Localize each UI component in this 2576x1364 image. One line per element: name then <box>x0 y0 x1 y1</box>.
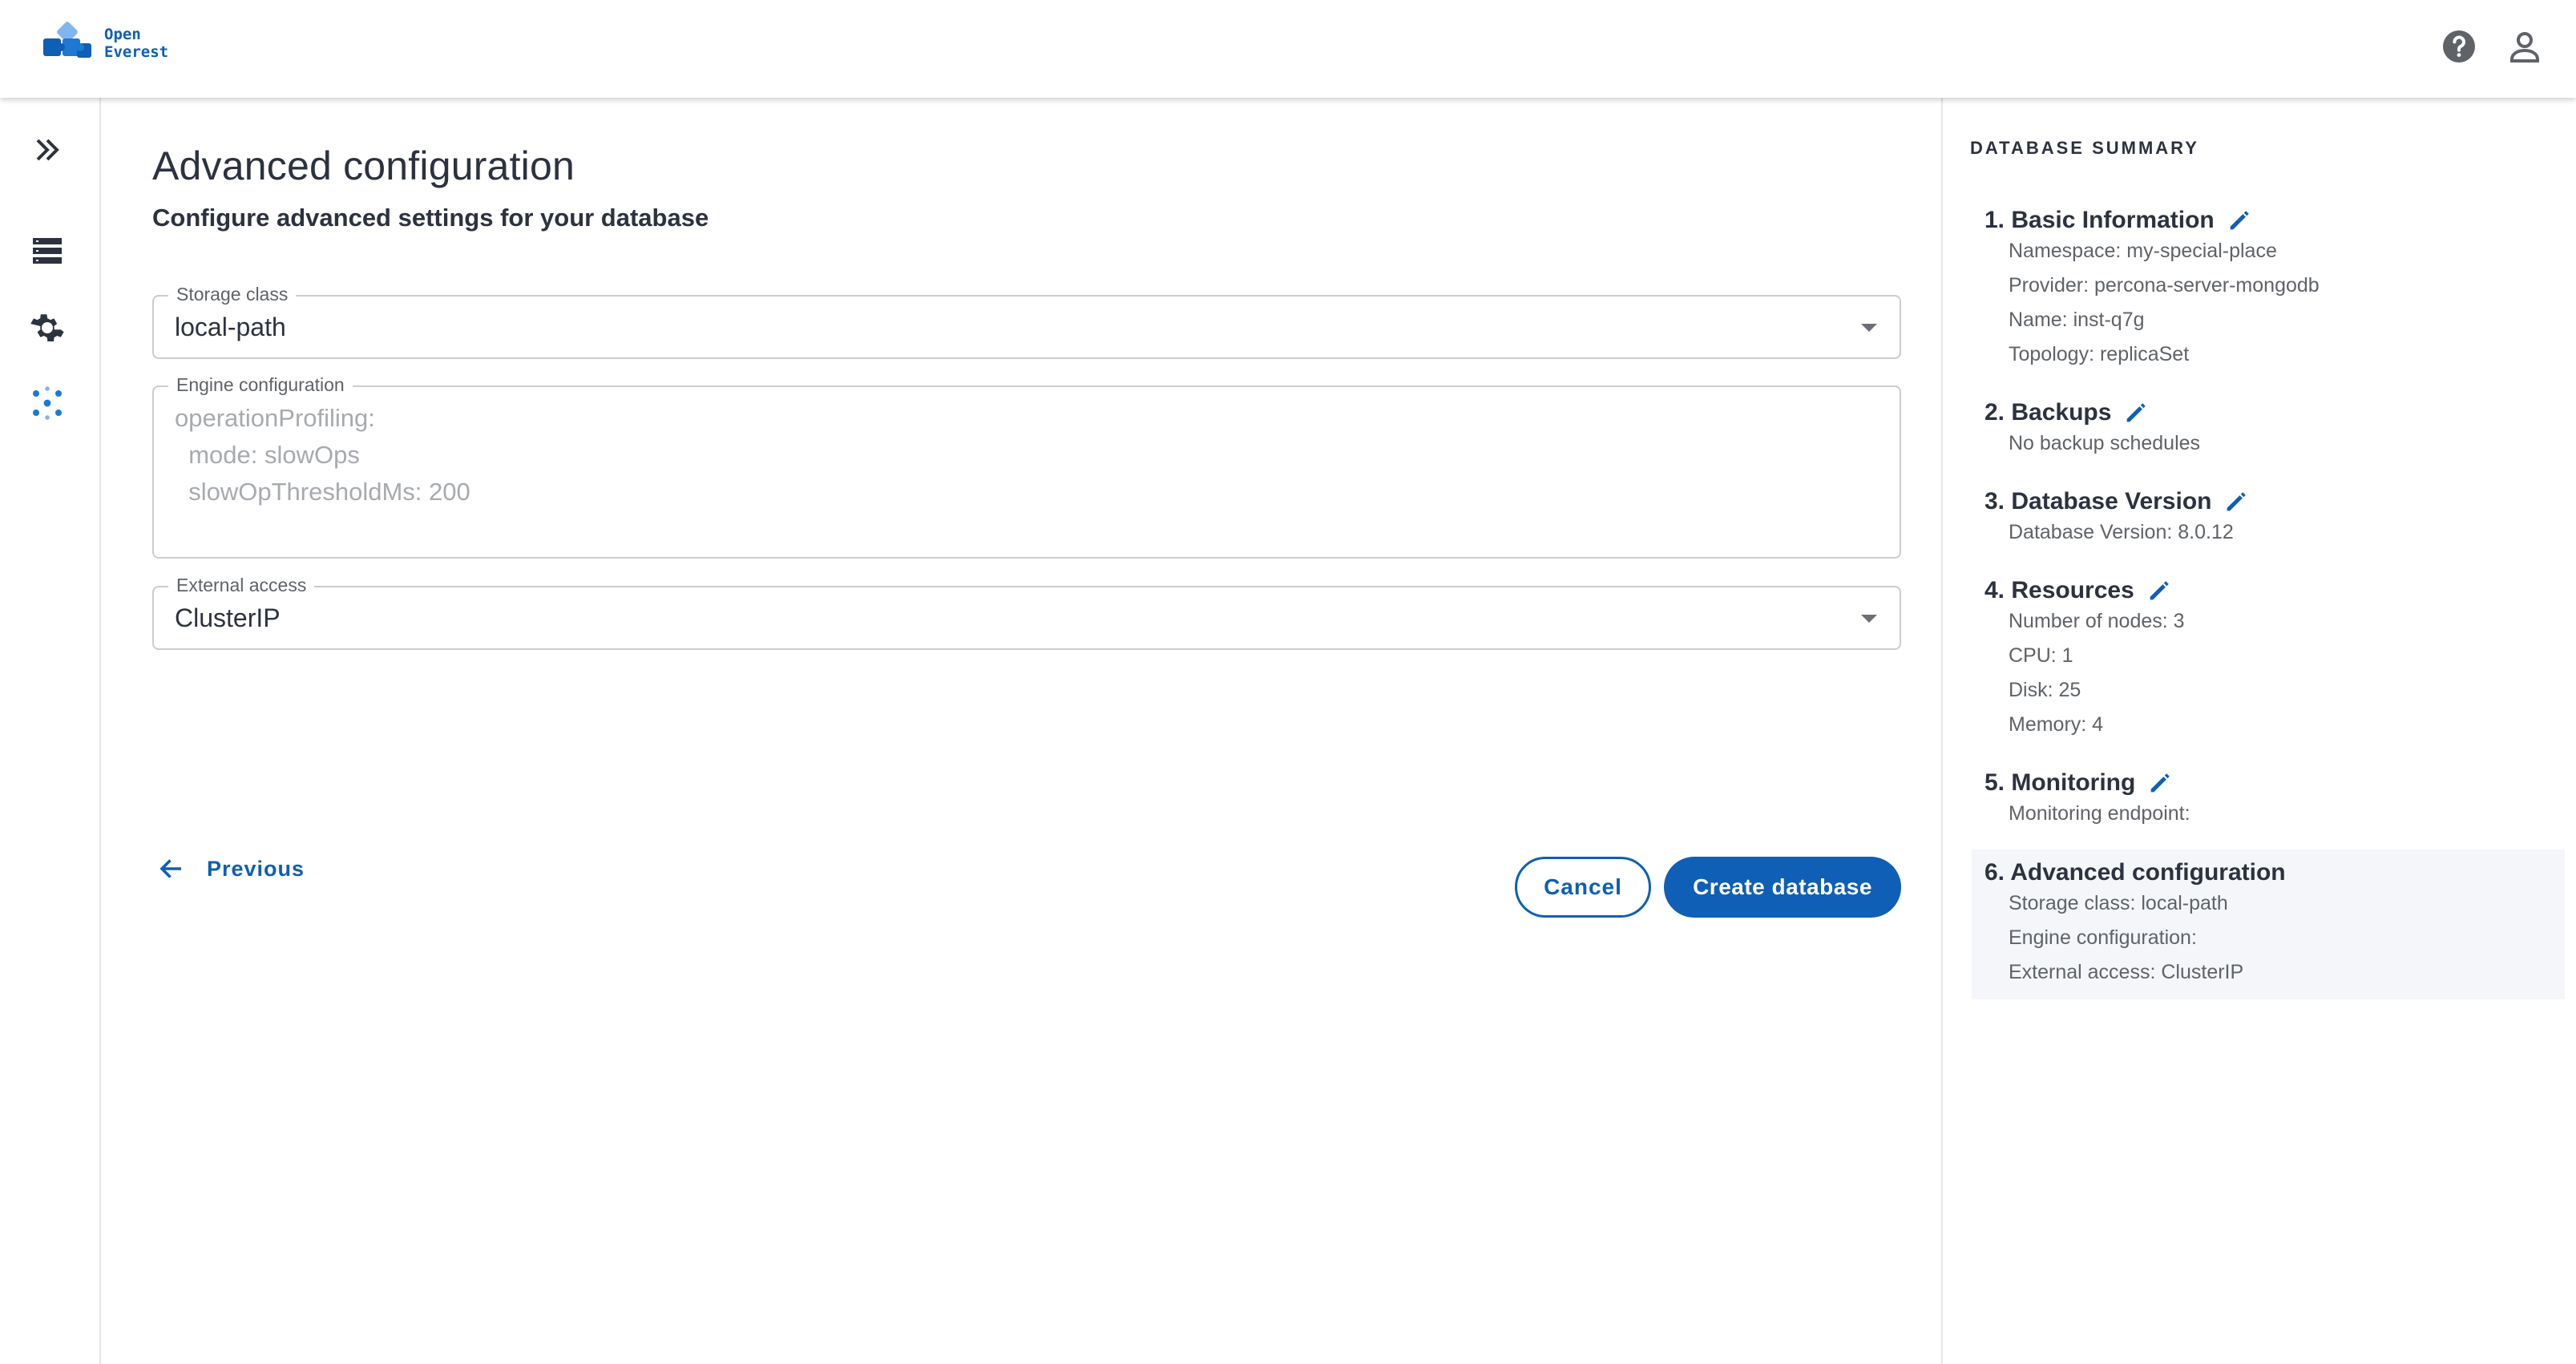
section-title: 1. Basic Information <box>1984 207 2215 233</box>
summary-item: Disk: 25 <box>2009 679 2081 701</box>
summary-item: Monitoring endpoint: <box>2009 802 2190 825</box>
help-icon[interactable] <box>2440 27 2478 66</box>
main-content: Advanced configuration Configure advance… <box>152 143 1901 918</box>
logo-line-2: Everest <box>104 43 169 61</box>
external-access-select[interactable]: External access ClusterIP <box>152 575 1901 650</box>
summary-section-basic-information: 1. Basic Information Namespace: my-speci… <box>1984 207 2546 372</box>
storage-class-value: local-path <box>175 313 286 341</box>
engine-config-placeholder-line: slowOpThresholdMs: 200 <box>175 478 470 506</box>
external-access-label: External access <box>168 575 315 596</box>
summary-item: External access: ClusterIP <box>2009 961 2244 983</box>
summary-item: Storage class: local-path <box>2009 892 2228 914</box>
summary-section-database-version: 3. Database Version Database Version: 8.… <box>1984 488 2546 550</box>
engine-configuration-label: Engine configuration <box>168 374 353 396</box>
summary-section-advanced-configuration: 6. Advanced configuration Storage class:… <box>1972 849 2565 999</box>
cancel-button[interactable]: Cancel <box>1515 857 1651 918</box>
summary-section-resources: 4. Resources Number of nodes: 3 CPU: 1 D… <box>1984 577 2546 742</box>
edit-pencil-icon[interactable] <box>2122 399 2150 426</box>
section-title: 5. Monitoring <box>1984 769 2136 796</box>
open-everest-logo[interactable]: Open Everest <box>38 19 168 67</box>
summary-item: Database Version: 8.0.12 <box>2009 521 2234 543</box>
engine-config-placeholder-line: mode: slowOps <box>175 441 360 469</box>
section-title: 3. Database Version <box>1984 488 2212 515</box>
expand-sidebar-icon[interactable] <box>24 127 71 173</box>
page-subtitle: Configure advanced settings for your dat… <box>152 204 709 232</box>
summary-section-monitoring: 5. Monitoring Monitoring endpoint: <box>1984 769 2546 831</box>
summary-item: Provider: percona-server-mongodb <box>2009 274 2320 297</box>
storage-class-select[interactable]: Storage class local-path <box>152 284 1901 359</box>
section-title: 2. Backups <box>1984 399 2112 426</box>
summary-item: Memory: 4 <box>2009 713 2104 736</box>
summary-item: Topology: replicaSet <box>2009 343 2190 365</box>
summary-item: Name: inst-q7g <box>2009 309 2145 331</box>
settings-gear-icon[interactable] <box>24 305 71 351</box>
namespaces-icon[interactable] <box>24 380 71 426</box>
database-summary-panel: DATABASE SUMMARY 1. Basic Information Na… <box>1941 98 2576 1364</box>
left-navigation <box>0 98 101 1364</box>
previous-button[interactable]: Previous <box>157 854 305 883</box>
top-bar: Open Everest <box>0 0 2576 98</box>
summary-item: Number of nodes: 3 <box>2009 610 2185 632</box>
summary-item: CPU: 1 <box>2009 644 2073 667</box>
summary-item: No backup schedules <box>2009 432 2201 454</box>
edit-pencil-icon[interactable] <box>2146 769 2174 797</box>
section-title: 6. Advanced configuration <box>1984 859 2286 886</box>
engine-config-placeholder-line: operationProfiling: <box>175 404 375 432</box>
page-title: Advanced configuration <box>152 143 575 188</box>
storage-class-label: Storage class <box>168 284 297 305</box>
edit-pencil-icon[interactable] <box>2226 207 2253 234</box>
edit-pencil-icon[interactable] <box>2223 488 2250 515</box>
summary-item: Engine configuration: <box>2009 926 2197 949</box>
arrow-left-icon <box>159 859 181 878</box>
create-database-button[interactable]: Create database <box>1664 857 1901 918</box>
summary-section-backups: 2. Backups No backup schedules <box>1984 399 2546 461</box>
edit-pencil-icon[interactable] <box>2146 577 2173 604</box>
summary-title: DATABASE SUMMARY <box>1970 138 2199 158</box>
engine-configuration-textarea[interactable]: Engine configuration operationProfiling:… <box>152 374 1901 559</box>
external-access-value: ClusterIP <box>175 603 281 632</box>
chevron-down-icon <box>1861 615 1877 623</box>
summary-item: Namespace: my-special-place <box>2009 240 2277 262</box>
databases-icon[interactable] <box>24 228 71 274</box>
puzzle-logo-icon <box>43 22 91 58</box>
chevron-down-icon <box>1861 324 1877 332</box>
section-title: 4. Resources <box>1984 577 2134 603</box>
account-icon[interactable] <box>2505 27 2544 66</box>
previous-label: Previous <box>207 856 305 881</box>
logo-line-1: Open <box>104 26 141 43</box>
